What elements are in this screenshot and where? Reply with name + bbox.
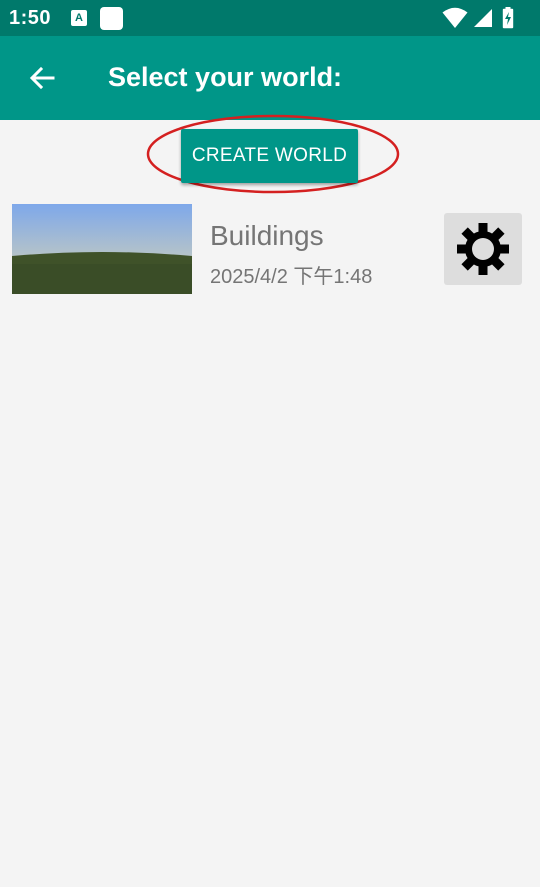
status-bar: 1:50 A <box>0 0 540 36</box>
world-date: 2025/4/2 下午1:48 <box>210 266 373 288</box>
battery-charging-icon <box>502 7 514 29</box>
create-world-button[interactable]: CREATE WORLD <box>181 129 358 183</box>
notification-a-icon: A <box>71 10 87 26</box>
world-thumbnail <box>12 204 192 294</box>
arrow-back-icon[interactable] <box>26 62 58 94</box>
world-list-item[interactable]: Buildings 2025/4/2 下午1:48 <box>0 198 540 308</box>
gear-icon <box>457 223 509 275</box>
status-time: 1:50 <box>9 7 52 29</box>
cell-signal-icon <box>474 9 492 27</box>
wifi-icon <box>442 7 468 28</box>
status-icons <box>442 7 532 29</box>
app-bar: Select your world: <box>0 36 540 120</box>
world-name: Buildings <box>210 220 324 251</box>
create-world-area: CREATE WORLD <box>146 113 400 195</box>
page-title: Select your world: <box>108 62 343 92</box>
notification-square-icon <box>100 7 123 30</box>
world-settings-button[interactable] <box>444 213 522 285</box>
